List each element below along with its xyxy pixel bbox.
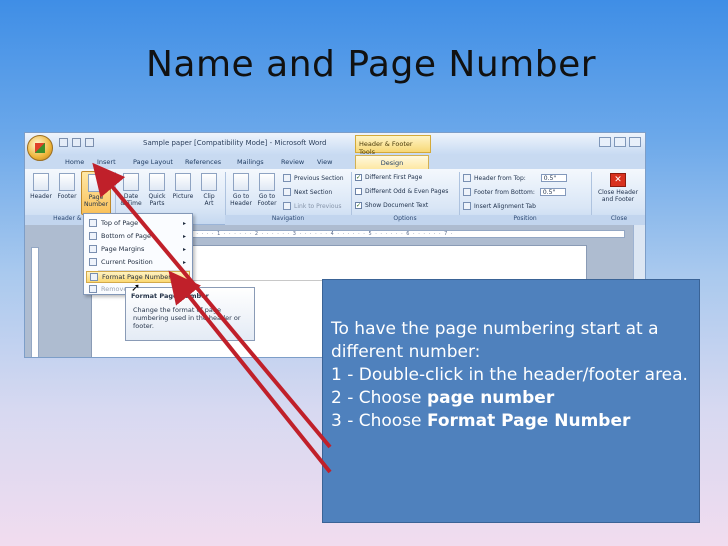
page-number-button[interactable]: Page Number — [81, 171, 111, 215]
tooltip-body: Change the format of page numbering used… — [133, 306, 241, 330]
tab-mailings[interactable]: Mailings — [237, 158, 264, 166]
page-top-icon — [89, 219, 97, 227]
tab-review[interactable]: Review — [281, 158, 304, 166]
group-label-position: Position — [459, 215, 591, 225]
submenu-arrow-icon: ▸ — [182, 232, 186, 240]
menu-item-page-margins[interactable]: Page Margins ▸ — [86, 243, 190, 255]
window-controls — [599, 137, 641, 147]
link-to-previous-button[interactable]: Link to Previous — [283, 202, 341, 210]
page-margins-icon — [89, 245, 97, 253]
checkbox-checked-icon: ✓ — [355, 174, 362, 181]
tab-insert[interactable]: Insert — [97, 158, 116, 166]
undo-icon[interactable] — [72, 138, 81, 147]
ribbon-tabs: Home Insert Page Layout References Maili… — [25, 155, 645, 169]
group-label-navigation: Navigation — [225, 215, 351, 225]
go-to-footer-icon — [259, 173, 275, 191]
callout-step-3: 3 - Choose Format Page Number — [331, 411, 631, 431]
next-section-icon — [283, 188, 291, 196]
tab-design[interactable]: Design — [355, 155, 429, 169]
tab-home[interactable]: Home — [65, 158, 84, 166]
header-position-icon — [463, 174, 471, 182]
format-page-number-tooltip: Format Page Number Change the format of … — [125, 287, 255, 341]
picture-button[interactable]: Picture — [171, 173, 195, 200]
current-position-icon — [89, 258, 97, 266]
clip-art-icon — [201, 173, 217, 191]
title-bar: Sample paper [Compatibility Mode] - Micr… — [25, 133, 645, 156]
previous-section-button[interactable]: Previous Section — [283, 174, 344, 182]
footer-from-bottom-input[interactable]: 0.5" — [539, 188, 566, 196]
link-icon — [283, 202, 291, 210]
tab-references[interactable]: References — [185, 158, 221, 166]
remove-page-numbers-icon — [89, 285, 97, 293]
office-button[interactable] — [27, 135, 53, 161]
alignment-tab-icon — [463, 202, 471, 210]
footer-icon — [59, 173, 75, 191]
menu-item-current-position[interactable]: Current Position ▸ — [86, 256, 190, 268]
callout-step-2: 2 - Choose page number — [331, 388, 555, 408]
menu-item-top-of-page[interactable]: Top of Page ▸ — [86, 217, 190, 229]
close-header-footer-button[interactable]: ✕ Close Header and Footer — [595, 173, 641, 203]
maximize-icon[interactable] — [614, 137, 626, 147]
instruction-callout: To have the page numbering start at a di… — [322, 279, 700, 523]
submenu-arrow-icon: ▸ — [182, 245, 186, 253]
next-section-button[interactable]: Next Section — [283, 188, 332, 196]
vertical-ruler[interactable] — [31, 247, 39, 357]
header-icon — [33, 173, 49, 191]
quick-access-toolbar — [59, 138, 94, 147]
redo-icon[interactable] — [85, 138, 94, 147]
different-odd-even-checkbox[interactable]: Different Odd & Even Pages — [355, 188, 448, 195]
go-to-header-icon — [233, 173, 249, 191]
clip-art-button[interactable]: Clip Art — [197, 173, 221, 207]
format-page-numbers-icon — [90, 273, 98, 281]
checkbox-empty-icon — [355, 188, 362, 195]
submenu-arrow-icon: ▸ — [182, 219, 186, 227]
go-to-footer-button[interactable]: Go to Footer — [255, 173, 279, 207]
different-first-page-checkbox[interactable]: ✓ Different First Page — [355, 174, 422, 181]
callout-step-3-emphasis: Format Page Number — [426, 411, 631, 431]
group-label-close: Close — [591, 215, 645, 225]
picture-icon — [175, 173, 191, 191]
checkbox-checked-icon: ✓ — [355, 202, 362, 209]
go-to-header-button[interactable]: Go to Header — [229, 173, 253, 207]
insert-alignment-tab-button[interactable]: Insert Alignment Tab — [463, 202, 536, 210]
document-title: Sample paper [Compatibility Mode] - Micr… — [143, 139, 327, 147]
header-from-top-input[interactable]: 0.5" — [540, 174, 567, 182]
tab-page-layout[interactable]: Page Layout — [133, 158, 173, 166]
show-document-text-checkbox[interactable]: ✓ Show Document Text — [355, 202, 428, 209]
callout-step-2-emphasis: page number — [426, 388, 555, 408]
previous-section-icon — [283, 174, 291, 182]
contextual-tab-label: Header & Footer Tools — [355, 135, 431, 156]
header-from-top-row: Header from Top: 0.5" — [463, 174, 567, 182]
horizontal-ruler[interactable]: · · · · · · 1 · · · · · · 2 · · · · · · … — [185, 230, 625, 238]
tooltip-title: Format Page Number — [131, 292, 209, 300]
close-icon: ✕ — [610, 173, 626, 187]
quick-parts-icon — [149, 173, 165, 191]
group-label-options: Options — [351, 215, 459, 225]
mouse-pointer-icon: ➚ — [131, 281, 141, 294]
calendar-icon — [123, 173, 139, 191]
close-window-icon[interactable] — [629, 137, 641, 147]
tab-view[interactable]: View — [317, 158, 332, 166]
minimize-icon[interactable] — [599, 137, 611, 147]
date-time-button[interactable]: Date & Time — [119, 173, 143, 207]
footer-from-bottom-row: Footer from Bottom: 0.5" — [463, 188, 566, 196]
header-button[interactable]: Header — [29, 173, 53, 200]
quick-parts-button[interactable]: Quick Parts — [145, 173, 169, 207]
page-number-icon — [88, 174, 104, 192]
menu-item-bottom-of-page[interactable]: Bottom of Page ▸ — [86, 230, 190, 242]
footer-button[interactable]: Footer — [55, 173, 79, 200]
callout-step-1: 1 - Double-click in the header/footer ar… — [331, 365, 688, 385]
submenu-arrow-icon: ▸ — [182, 258, 186, 266]
page-bottom-icon — [89, 232, 97, 240]
save-icon[interactable] — [59, 138, 68, 147]
slide-title: Name and Page Number — [146, 44, 597, 85]
callout-intro: To have the page numbering start at a di… — [331, 319, 659, 362]
footer-position-icon — [463, 188, 471, 196]
